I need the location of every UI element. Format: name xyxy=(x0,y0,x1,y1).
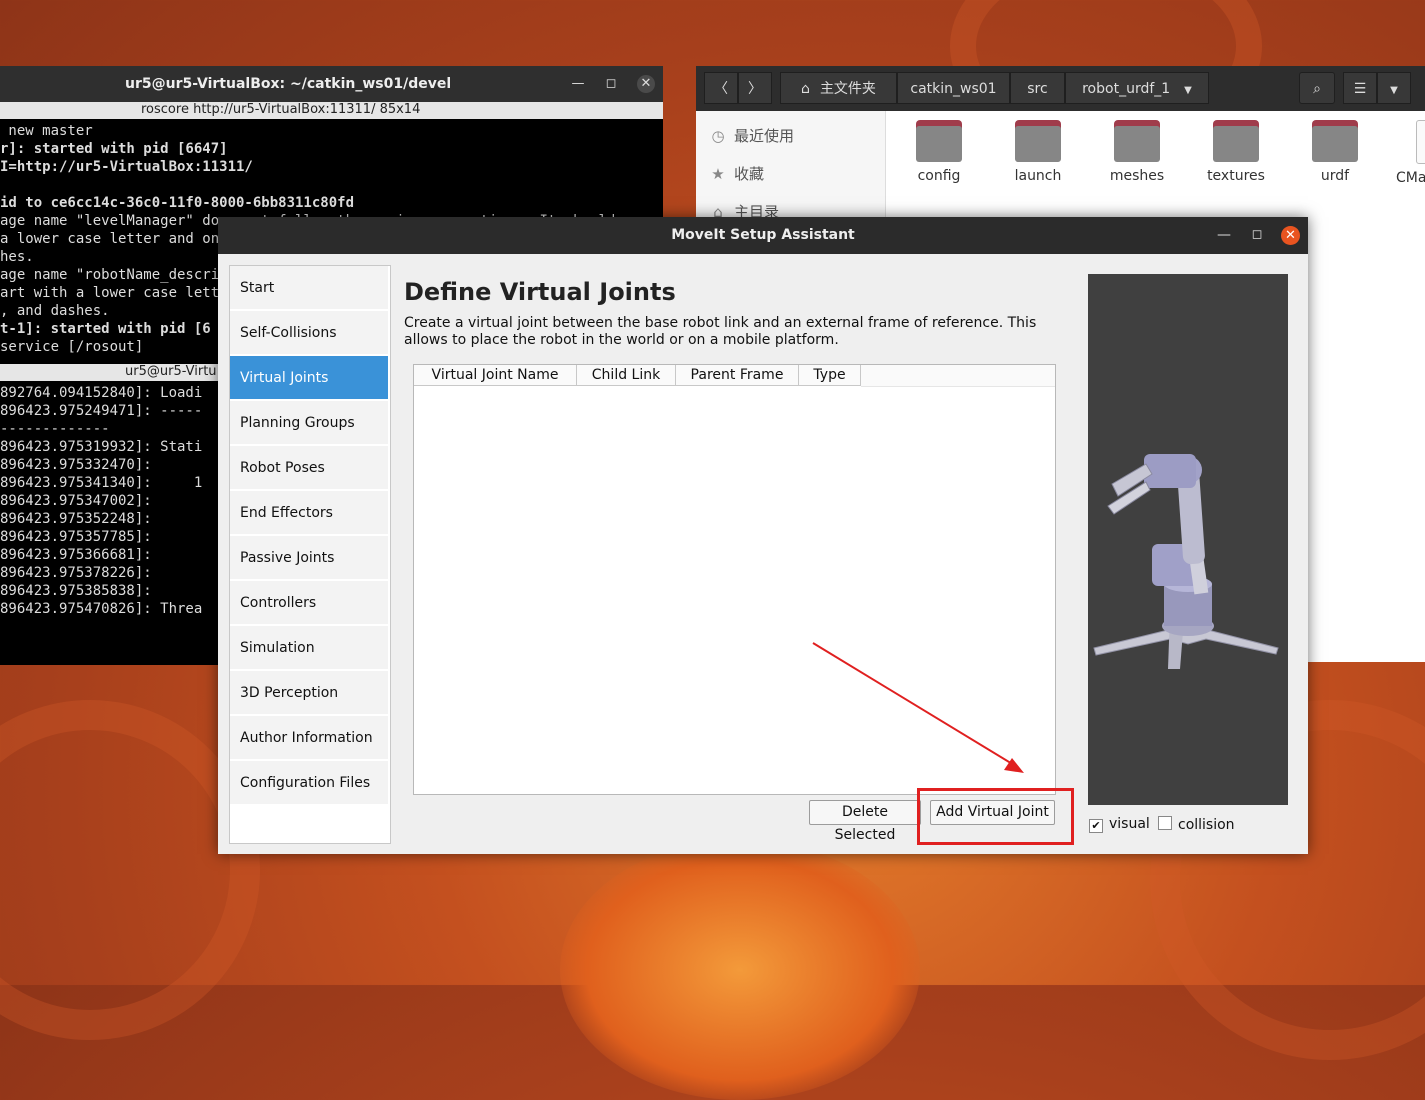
annotation-arrow xyxy=(812,642,1024,773)
annotation-highlight-box xyxy=(917,788,1074,845)
